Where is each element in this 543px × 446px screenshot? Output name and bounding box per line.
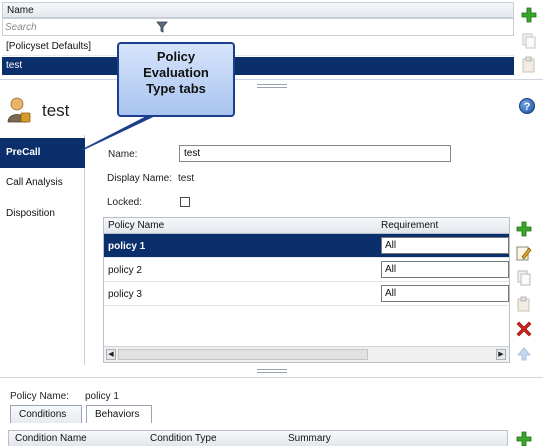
column-header-policy-name[interactable]: Policy Name bbox=[108, 220, 164, 231]
policy-name-cell: policy 2 bbox=[108, 265, 142, 276]
copy-icon[interactable] bbox=[516, 270, 532, 286]
horizontal-scrollbar[interactable]: ◀ ▶ bbox=[104, 346, 509, 362]
policy-grid: Policy Name Requirement policy 1 All pol… bbox=[103, 217, 510, 363]
arrow-up-icon[interactable] bbox=[516, 346, 532, 362]
column-header-requirement[interactable]: Requirement bbox=[381, 220, 438, 231]
plus-icon[interactable] bbox=[520, 6, 538, 24]
grid-header: Policy Name Requirement bbox=[104, 218, 509, 234]
paste-icon[interactable] bbox=[516, 296, 532, 312]
tab-precall[interactable]: PreCall bbox=[0, 138, 85, 168]
table-row[interactable]: policy 3 All bbox=[104, 282, 509, 306]
copy-icon[interactable] bbox=[520, 32, 538, 50]
annotation-callout: Policy Evaluation Type tabs bbox=[117, 42, 235, 117]
filter-icon[interactable] bbox=[155, 20, 169, 34]
display-name-value: test bbox=[178, 173, 195, 184]
callout-line: Evaluation bbox=[143, 65, 209, 80]
splitter-grip[interactable] bbox=[257, 84, 287, 88]
plus-icon[interactable] bbox=[516, 221, 532, 237]
list-column-header[interactable]: Name bbox=[2, 2, 514, 18]
policy-name-value: policy 1 bbox=[85, 391, 119, 402]
callout-line: Type tabs bbox=[146, 81, 206, 96]
splitter-grip[interactable] bbox=[257, 369, 287, 373]
name-label: Name: bbox=[108, 149, 138, 160]
evaluation-type-tabs: PreCall Call Analysis Disposition bbox=[0, 135, 85, 365]
requirement-select[interactable]: All bbox=[381, 237, 509, 254]
name-field[interactable] bbox=[179, 145, 451, 162]
policy-name-cell: policy 3 bbox=[108, 289, 142, 300]
column-header-summary[interactable]: Summary bbox=[288, 433, 331, 444]
locked-label: Locked: bbox=[107, 197, 143, 208]
callout-line: Policy bbox=[156, 49, 196, 64]
list-item-selected[interactable]: test bbox=[2, 57, 514, 75]
policyset-list-pane: Name [Policyset Defaults] test bbox=[0, 0, 543, 80]
locked-checkbox[interactable] bbox=[180, 197, 190, 207]
tab-call-analysis[interactable]: Call Analysis bbox=[0, 168, 85, 198]
entity-title-strip: test ? bbox=[0, 90, 543, 130]
column-header-condition-type[interactable]: Condition Type bbox=[150, 433, 217, 444]
search-box bbox=[2, 18, 514, 36]
tab-disposition[interactable]: Disposition bbox=[0, 199, 85, 229]
tab-conditions[interactable]: Conditions bbox=[10, 405, 82, 423]
scroll-right-icon[interactable]: ▶ bbox=[496, 349, 506, 360]
edit-icon[interactable] bbox=[516, 245, 532, 261]
requirement-select[interactable]: All bbox=[381, 285, 509, 302]
display-name-label: Display Name: bbox=[107, 173, 173, 184]
policy-user-icon bbox=[7, 97, 31, 123]
requirement-select[interactable]: All bbox=[381, 261, 509, 278]
plus-icon[interactable] bbox=[516, 431, 532, 446]
entity-title: test bbox=[42, 101, 70, 120]
scroll-thumb[interactable] bbox=[118, 349, 368, 360]
policy-name-label: Policy Name: bbox=[10, 391, 69, 402]
tab-behaviors[interactable]: Behaviors bbox=[86, 405, 152, 423]
policy-name-cell: policy 1 bbox=[108, 241, 146, 252]
paste-icon[interactable] bbox=[520, 56, 538, 74]
conditions-grid-header: Condition Name Condition Type Summary bbox=[8, 430, 508, 446]
scroll-left-icon[interactable]: ◀ bbox=[106, 349, 116, 360]
table-row-selected[interactable]: policy 1 All bbox=[104, 234, 509, 258]
list-item[interactable]: [Policyset Defaults] bbox=[2, 38, 514, 56]
delete-icon[interactable] bbox=[516, 321, 532, 337]
help-icon[interactable]: ? bbox=[519, 98, 535, 114]
column-header-condition-name[interactable]: Condition Name bbox=[15, 433, 87, 444]
table-row[interactable]: policy 2 All bbox=[104, 258, 509, 282]
search-input[interactable] bbox=[5, 21, 145, 34]
